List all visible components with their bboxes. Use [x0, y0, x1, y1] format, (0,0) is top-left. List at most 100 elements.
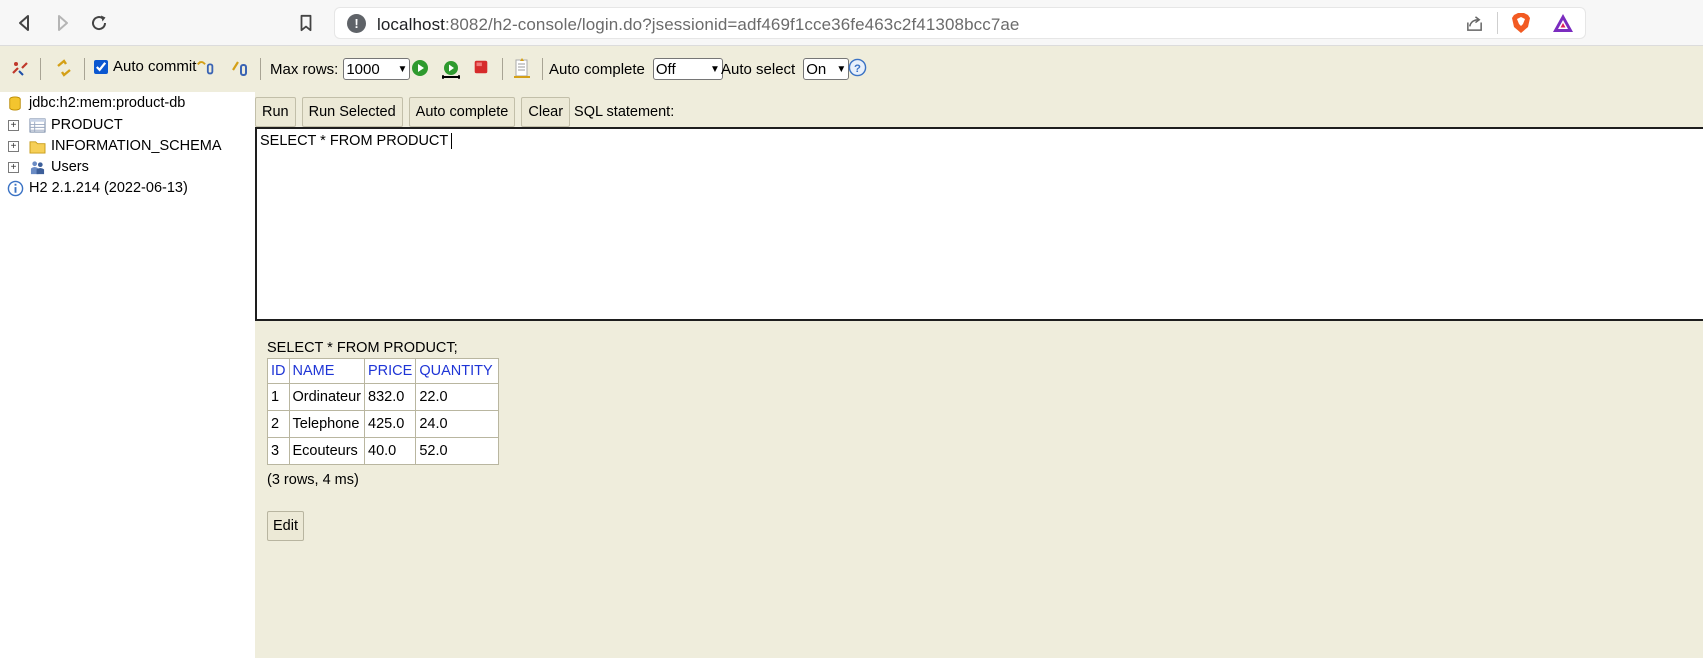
table-cell: 832.0	[364, 383, 417, 411]
browser-toolbar: ! localhost:8082/h2-console/login.do?jse…	[0, 0, 1703, 46]
h2-toolbar: Auto commit Max rows: 1000 ▼ Auto complet…	[0, 46, 1703, 92]
info-icon	[7, 180, 24, 196]
expand-icon[interactable]: +	[8, 119, 19, 131]
table-icon	[29, 117, 46, 133]
run-button[interactable]: Run	[255, 97, 296, 127]
max-rows-value: 1000	[346, 60, 380, 78]
auto-commit-toggle[interactable]: Auto commit	[94, 58, 196, 75]
stop-button[interactable]	[472, 58, 490, 76]
bookmark-icon	[300, 14, 312, 32]
auto-complete-select[interactable]: Off ▼	[652, 58, 723, 80]
max-rows-select[interactable]: 1000 ▼	[343, 58, 411, 80]
reload-button[interactable]	[86, 10, 112, 36]
auto-commit-checkbox[interactable]	[94, 59, 108, 74]
table-cell: 22.0	[415, 383, 500, 411]
rewards-triangle-icon	[1553, 14, 1573, 32]
connection-node[interactable]: jdbc:h2:mem:product-db	[8, 92, 185, 114]
folder-icon	[29, 140, 46, 154]
site-info-icon[interactable]: !	[347, 14, 366, 33]
commit-button[interactable]	[230, 58, 250, 78]
table-cell: 1	[267, 383, 290, 411]
help-button[interactable]: ?	[848, 58, 867, 77]
table-cell: Ecouteurs	[288, 437, 366, 465]
database-icon	[9, 96, 21, 110]
version-label: H2 2.1.214 (2022-06-13)	[29, 180, 188, 196]
run-selected-toolbar-button[interactable]	[440, 58, 462, 80]
refresh-button[interactable]	[54, 58, 74, 78]
clear-button[interactable]: Clear	[521, 97, 571, 127]
users-icon	[30, 160, 45, 174]
table-cell: 40.0	[364, 437, 417, 465]
column-header-name[interactable]: NAME	[288, 358, 366, 384]
tree-node-users[interactable]: + Users	[8, 156, 89, 178]
toolbar-separator	[260, 58, 261, 80]
reload-icon	[92, 15, 107, 31]
auto-select-value: On	[806, 60, 827, 78]
edit-button[interactable]: Edit	[267, 511, 304, 541]
connection-label: jdbc:h2:mem:product-db	[29, 95, 186, 111]
table-cell: 24.0	[415, 410, 500, 438]
auto-complete-button[interactable]: Auto complete	[408, 97, 516, 127]
tree-node-product[interactable]: + PRODUCT	[8, 114, 123, 136]
column-header-id[interactable]: ID	[267, 358, 290, 384]
auto-commit-label: Auto commit	[113, 58, 197, 75]
share-button[interactable]	[1462, 11, 1486, 35]
result-area: SELECT * FROM PRODUCT; ID NAME PRICE QUA…	[267, 340, 500, 488]
history-list-icon	[514, 58, 530, 78]
table-cell: 425.0	[364, 410, 417, 438]
commit-icon	[230, 58, 250, 78]
rollback-button[interactable]	[196, 58, 216, 78]
table-cell: Ordinateur	[288, 383, 366, 411]
table-cell: 2	[267, 410, 290, 438]
auto-select-label: Auto select	[721, 60, 796, 78]
column-header-price[interactable]: PRICE	[364, 358, 417, 384]
column-header-quantity[interactable]: QUANTITY	[415, 358, 500, 384]
toolbar-separator	[542, 58, 543, 80]
back-button[interactable]	[12, 10, 38, 36]
table-cell: 52.0	[415, 437, 500, 465]
brave-rewards-button[interactable]	[1550, 10, 1576, 36]
tree-node-information-schema[interactable]: + INFORMATION_SCHEMA	[8, 135, 222, 157]
max-rows-label: Max rows:	[270, 60, 339, 78]
toolbar-separator	[502, 58, 503, 80]
bookmark-button[interactable]	[294, 11, 318, 35]
chevron-down-icon: ▼	[709, 63, 720, 75]
run-selected-icon	[442, 61, 460, 79]
toolbar-separator	[40, 58, 41, 80]
address-bar[interactable]: ! localhost:8082/h2-console/login.do?jse…	[334, 7, 1586, 39]
tree-node-label: Users	[51, 159, 89, 175]
toolbar-divider	[1497, 12, 1498, 34]
sql-statement-label: SQL statement:	[574, 104, 675, 120]
run-toolbar-button[interactable]	[410, 58, 430, 78]
table-row: 3 Ecouteurs 40.0 52.0	[267, 437, 500, 465]
brave-shields-button[interactable]	[1509, 10, 1533, 36]
sql-editor[interactable]: SELECT * FROM PRODUCT	[255, 127, 1703, 321]
history-button[interactable]	[512, 58, 532, 80]
text-caret	[451, 133, 453, 150]
max-rows-control: Max rows: 1000 ▼	[270, 58, 411, 80]
table-row: 1 Ordinateur 832.0 22.0	[267, 383, 500, 411]
chevron-down-icon: ▼	[397, 63, 408, 75]
run-selected-button[interactable]: Run Selected	[301, 97, 403, 127]
result-info: (3 rows, 4 ms)	[267, 472, 359, 488]
forward-icon	[58, 15, 68, 31]
disconnect-button[interactable]	[10, 58, 30, 78]
forward-button[interactable]	[49, 10, 75, 36]
refresh-icon	[54, 58, 74, 78]
run-icon	[412, 60, 428, 76]
version-info: H2 2.1.214 (2022-06-13)	[7, 177, 188, 199]
brave-lion-icon	[1512, 13, 1530, 33]
url-path: :8082/h2-console/login.do?jsessionid=adf…	[445, 15, 1020, 34]
expand-icon[interactable]: +	[8, 140, 19, 152]
table-row: 2 Telephone 425.0 24.0	[267, 410, 500, 438]
auto-select-select[interactable]: On ▼	[803, 58, 850, 80]
toolbar-separator	[84, 58, 85, 80]
tree-node-label: PRODUCT	[51, 117, 123, 133]
chevron-down-icon: ▼	[836, 63, 847, 75]
auto-complete-label: Auto complete	[549, 60, 645, 78]
expand-icon[interactable]: +	[8, 161, 19, 173]
stop-icon	[474, 60, 488, 74]
editor-button-row: Run Run Selected Auto complete Clear SQL…	[255, 97, 674, 127]
table-cell: 3	[267, 437, 290, 465]
sql-text: SELECT * FROM PRODUCT	[260, 133, 449, 149]
